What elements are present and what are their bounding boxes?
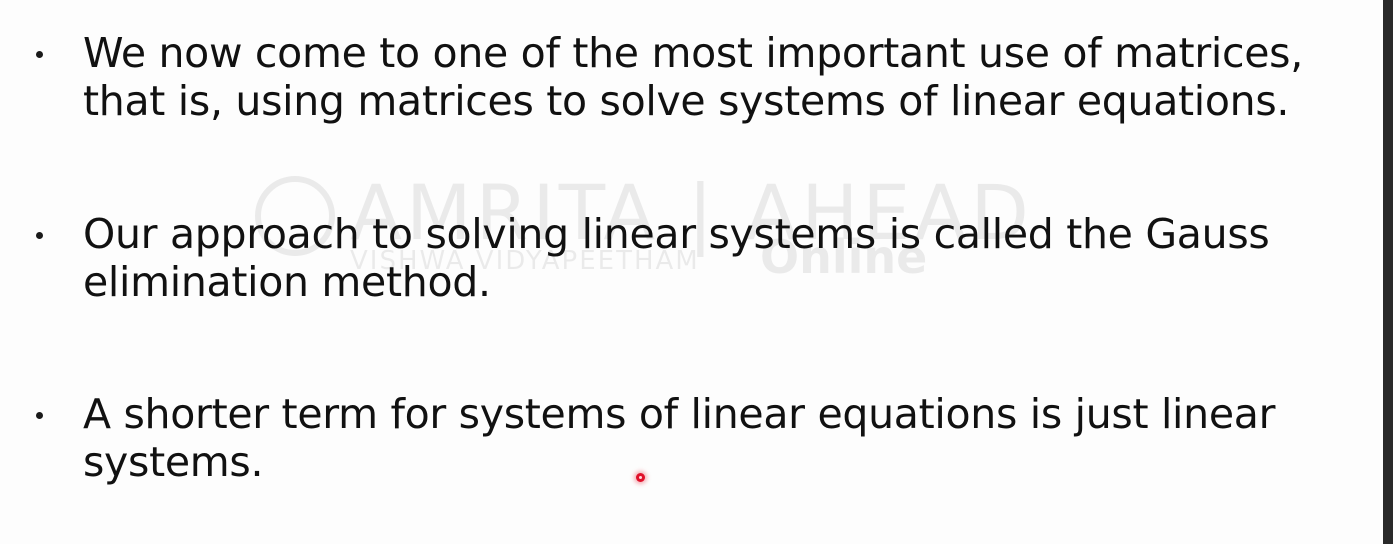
bullet-text: Our approach to solving linear systems i… (83, 210, 1270, 306)
bullet-dot-icon (36, 232, 43, 239)
laser-pointer-icon (636, 473, 645, 482)
window-edge (1383, 0, 1393, 544)
bullet-text: We now come to one of the most important… (83, 29, 1303, 125)
slide: AMRITA | AHEAD VISHWA VIDYAPEETHAM Onlin… (0, 0, 1393, 544)
bullet-dot-icon (36, 412, 43, 419)
bullet-text: A shorter term for systems of linear equ… (83, 390, 1276, 486)
bullet-dot-icon (36, 51, 43, 58)
